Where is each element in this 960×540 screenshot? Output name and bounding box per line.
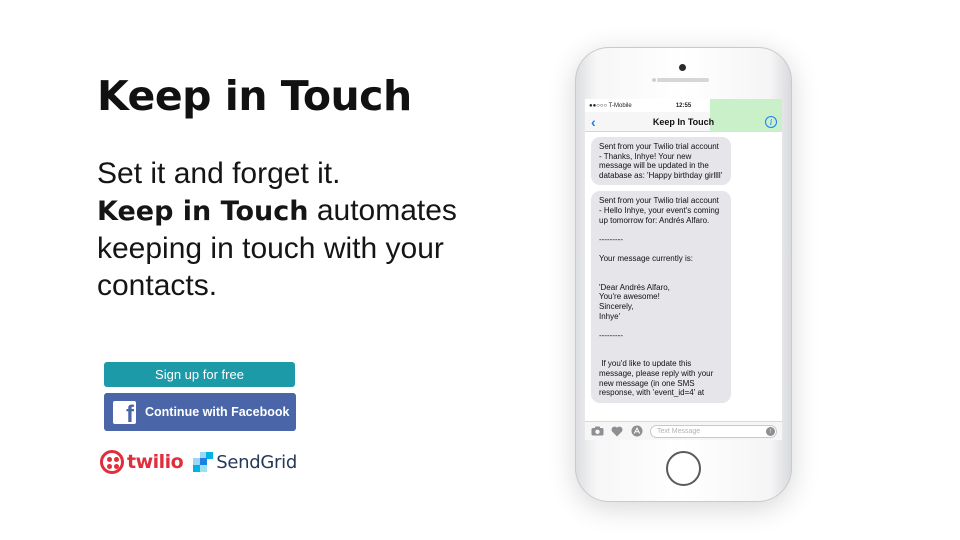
tagline-line-3: keeping in touch with your xyxy=(97,232,444,265)
camera-icon[interactable] xyxy=(590,426,604,437)
tagline-line-2-rest: automates xyxy=(308,194,457,227)
front-camera xyxy=(679,64,686,71)
facebook-login-button[interactable]: f Continue with Facebook xyxy=(104,393,296,431)
tagline: Set it and forget it. Keep in Touch auto… xyxy=(97,155,517,304)
home-button[interactable] xyxy=(666,451,701,486)
message-text-field[interactable]: Text Message ↑ xyxy=(650,424,777,438)
conversation-header: ‹ Keep In Touch i xyxy=(585,99,782,132)
sendgrid-mark-icon xyxy=(193,452,214,472)
message-bubble: Sent from your Twilio trial account - He… xyxy=(591,191,731,403)
tagline-line-1: Set it and forget it. xyxy=(97,157,341,190)
back-chevron-icon[interactable]: ‹ xyxy=(591,114,596,130)
digital-touch-icon[interactable] xyxy=(610,426,624,437)
message-list[interactable]: Sent from your Twilio trial account - Th… xyxy=(585,132,782,424)
sendgrid-logo: SendGrid xyxy=(193,452,297,473)
message-bubble: Sent from your Twilio trial account - Th… xyxy=(591,137,731,186)
tagline-line-4: contacts. xyxy=(97,269,218,302)
iphone-mockup: ●●○○○ T-Mobile 12:55 ◎ ✱ ‹ Keep In Touch… xyxy=(575,47,792,502)
partner-logos: twilio SendGrid xyxy=(100,449,297,475)
signup-button[interactable]: Sign up for free xyxy=(104,362,295,387)
page-title: Keep in Touch xyxy=(97,72,412,120)
phone-screen: ●●○○○ T-Mobile 12:55 ◎ ✱ ‹ Keep In Touch… xyxy=(585,99,782,440)
message-placeholder: Text Message xyxy=(657,427,701,435)
app-store-icon[interactable] xyxy=(630,425,644,437)
sendgrid-wordmark: SendGrid xyxy=(216,451,297,473)
info-icon[interactable]: i xyxy=(765,116,777,128)
message-input-bar: Text Message ↑ xyxy=(585,421,782,440)
twilio-mark-icon xyxy=(100,450,124,474)
twilio-logo: twilio xyxy=(100,450,184,474)
twilio-wordmark: twilio xyxy=(127,451,184,473)
tagline-line-2: Keep in Touch automates xyxy=(97,192,517,230)
conversation-title: Keep In Touch xyxy=(652,116,715,127)
earpiece-speaker xyxy=(657,78,709,82)
send-arrow-icon[interactable]: ↑ xyxy=(766,426,775,436)
tagline-app-name: Keep in Touch xyxy=(97,196,309,227)
facebook-icon: f xyxy=(113,400,136,424)
proximity-sensor xyxy=(652,78,656,82)
facebook-button-label: Continue with Facebook xyxy=(145,405,290,419)
